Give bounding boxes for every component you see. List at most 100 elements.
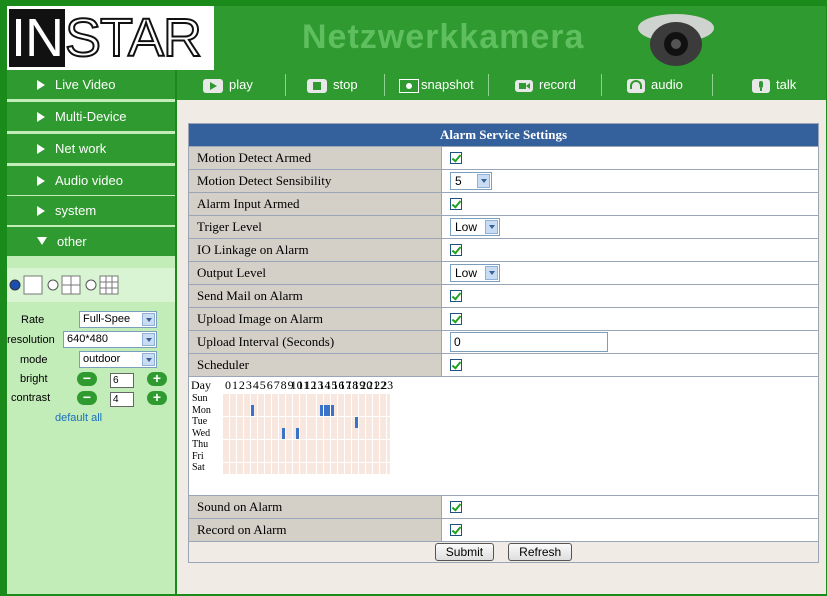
scheduler-slot[interactable]: [386, 393, 390, 405]
triger-level-select[interactable]: Low: [450, 218, 500, 236]
scheduler-slot[interactable]: [386, 428, 390, 439]
scheduler-hour-label: 0: [225, 378, 231, 392]
bright-value[interactable]: 6: [110, 373, 134, 388]
sidebar-item-audio-video[interactable]: Audio video: [7, 166, 175, 195]
triangle-right-icon: [37, 80, 45, 90]
resolution-label: resolution: [7, 334, 55, 346]
record-on-alarm-label: Record on Alarm: [188, 518, 442, 542]
microphone-icon: [752, 78, 770, 93]
setting-row: Upload Image on Alarm: [188, 307, 819, 331]
layout-quad-radio[interactable]: [47, 275, 81, 295]
chevron-down-icon: [142, 353, 155, 366]
sidebar-item-label: system: [55, 203, 97, 218]
camera-icon: [399, 78, 419, 93]
setting-row: Sound on Alarm: [188, 495, 819, 519]
talk-label: talk: [776, 77, 797, 92]
contrast-value[interactable]: 4: [110, 392, 134, 407]
sidebar-item-multi-device[interactable]: Multi-Device: [7, 102, 175, 131]
sidebar-item-system[interactable]: system: [7, 196, 175, 225]
scheduler-day-label: Mon: [192, 404, 211, 416]
resolution-select[interactable]: 640*480: [63, 331, 157, 348]
chevron-down-icon: [477, 174, 490, 188]
submit-button[interactable]: Submit: [434, 543, 495, 561]
triger-level-label: Triger Level: [188, 215, 442, 239]
rate-select[interactable]: Full-Spee: [79, 311, 157, 328]
scheduler-checkbox[interactable]: [450, 359, 462, 371]
setting-row: Send Mail on Alarm: [188, 284, 819, 308]
scheduler-slot[interactable]: [386, 416, 390, 428]
play-button[interactable]: play: [203, 70, 253, 100]
dome-camera-icon: [638, 14, 714, 66]
scheduler-day-label: Sat: [192, 462, 205, 473]
scheduler-hour-label: 4: [252, 378, 259, 392]
page-frame: INSTAR Netzwerkkamera Live Video Multi-D…: [0, 0, 827, 596]
contrast-minus-button[interactable]: −: [77, 390, 97, 405]
mode-select[interactable]: outdoor: [79, 351, 157, 368]
scheduler-day-label: Sun: [192, 393, 208, 404]
record-button[interactable]: record: [515, 70, 576, 100]
button-row: Submit Refresh: [188, 541, 819, 563]
snapshot-button[interactable]: snapshot: [399, 70, 474, 100]
view-layout-selector: [7, 268, 175, 302]
instar-logo: INSTAR: [7, 6, 214, 70]
setting-row: Scheduler: [188, 353, 819, 377]
contrast-plus-button[interactable]: +: [147, 390, 167, 405]
sidebar-item-label: Multi-Device: [55, 109, 127, 124]
scheduler-day-label: Fri: [192, 450, 204, 462]
scheduler-slot[interactable]: [386, 451, 390, 462]
sidebar: Live Video Multi-Device Net work Audio v…: [7, 70, 175, 594]
audio-button[interactable]: audio: [627, 70, 683, 100]
motion-detect-armed-checkbox[interactable]: [450, 152, 462, 164]
resolution-value: 640*480: [67, 333, 108, 345]
chevron-down-icon: [485, 220, 498, 234]
sidebar-item-label: Audio video: [55, 173, 123, 188]
upload-image-label: Upload Image on Alarm: [188, 307, 442, 331]
logo-text-in: IN: [9, 8, 65, 68]
triangle-right-icon: [37, 144, 45, 154]
alarm-input-armed-label: Alarm Input Armed: [188, 192, 442, 216]
upload-image-checkbox[interactable]: [450, 313, 462, 325]
toolbar-divider: [285, 74, 286, 96]
scheduler-slot[interactable]: [386, 405, 390, 416]
io-linkage-checkbox[interactable]: [450, 244, 462, 256]
alarm-input-armed-checkbox[interactable]: [450, 198, 462, 210]
sound-on-alarm-checkbox[interactable]: [450, 501, 462, 513]
bright-minus-button[interactable]: −: [77, 371, 97, 386]
alarm-settings-table: Alarm Service Settings Motion Detect Arm…: [188, 123, 819, 563]
record-on-alarm-checkbox[interactable]: [450, 524, 462, 536]
motion-sensibility-select[interactable]: 5: [450, 172, 492, 190]
scheduler-day-header: Day: [191, 378, 211, 392]
scheduler-hour-label: 3: [245, 378, 252, 392]
sidebar-item-label: other: [57, 234, 87, 249]
refresh-button[interactable]: Refresh: [508, 543, 573, 561]
audio-label: audio: [651, 77, 683, 92]
sidebar-item-live-video[interactable]: Live Video: [7, 70, 175, 99]
headphones-icon: [627, 78, 645, 93]
scheduler-day-label: Tue: [192, 416, 208, 427]
upload-interval-label: Upload Interval (Seconds): [188, 330, 442, 354]
triangle-down-icon: [37, 237, 47, 245]
scheduler-slot[interactable]: [386, 439, 390, 451]
rate-label: Rate: [21, 314, 45, 326]
output-level-label: Output Level: [188, 261, 442, 285]
layout-nine-radio[interactable]: [85, 275, 119, 295]
triangle-right-icon: [37, 176, 45, 186]
layout-single-radio[interactable]: [9, 275, 43, 295]
mode-value: outdoor: [83, 353, 121, 365]
setting-row: Record on Alarm: [188, 518, 819, 542]
sidebar-item-label: Live Video: [55, 77, 116, 92]
scheduler-slot[interactable]: [386, 462, 390, 474]
default-all-link[interactable]: default all: [55, 412, 102, 424]
stop-button[interactable]: stop: [307, 70, 358, 100]
toolbar-divider: [712, 74, 713, 96]
output-level-select[interactable]: Low: [450, 264, 500, 282]
setting-row: Upload Interval (Seconds) 0: [188, 330, 819, 354]
sidebar-item-network[interactable]: Net work: [7, 134, 175, 163]
scheduler-grid-cell: Day 0 1 2 3 4 5 6 7 8 9 10 11 12 13 14 15 16 17 18 19 20 21 22 2…: [188, 376, 819, 496]
upload-interval-input[interactable]: 0: [450, 332, 608, 352]
bright-plus-button[interactable]: +: [147, 371, 167, 386]
sidebar-item-other[interactable]: other: [7, 227, 175, 256]
chevron-down-icon: [485, 266, 498, 280]
talk-button[interactable]: talk: [752, 70, 796, 100]
send-mail-checkbox[interactable]: [450, 290, 462, 302]
